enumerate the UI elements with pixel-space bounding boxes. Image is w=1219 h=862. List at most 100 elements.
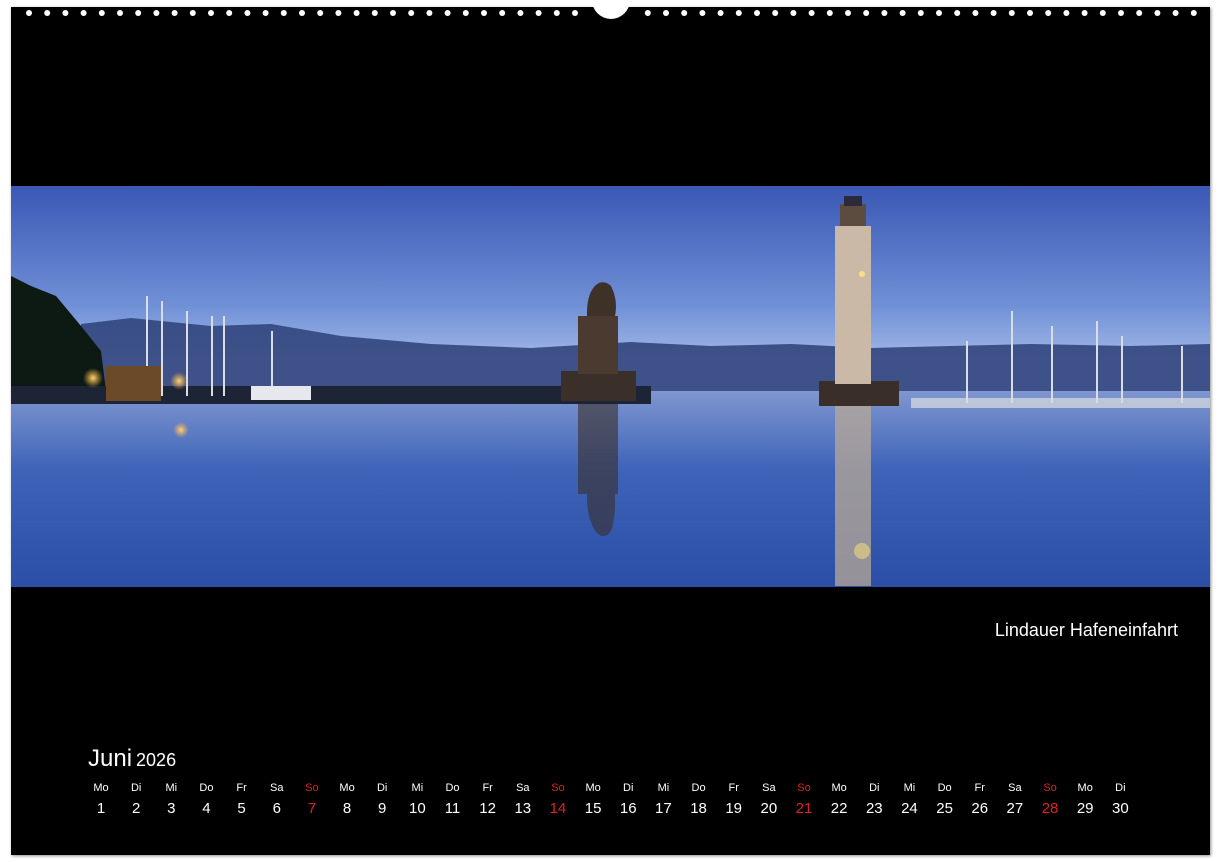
weekday-label: Fr (482, 782, 493, 794)
binding-hole (917, 10, 924, 16)
weekday-label: Mo (339, 782, 355, 794)
binding-hole (62, 10, 69, 16)
weekday-label: Fr (974, 782, 985, 794)
day-number: 30 (1112, 800, 1129, 817)
calendar-day: Do 18 (684, 780, 714, 817)
binding-hole (317, 10, 324, 16)
day-number: 8 (342, 800, 352, 817)
weekday-label: So (551, 782, 565, 794)
calendar-day: Sa 6 (262, 780, 292, 817)
calendar-day: So 28 (1035, 780, 1065, 817)
binding-hole (335, 10, 342, 16)
day-number: 27 (1006, 800, 1024, 817)
day-number: 24 (901, 800, 918, 817)
calendar-day: Di 23 (859, 780, 889, 817)
binding-hole (881, 10, 888, 16)
white-yacht (251, 386, 311, 400)
calendar-day: Do 4 (191, 780, 221, 817)
binding-hole (1154, 10, 1161, 16)
calendar-day: Mo 15 (578, 780, 608, 817)
calendar-day: Di 16 (613, 780, 643, 817)
binding-hole (772, 10, 779, 16)
binding-hole (244, 10, 251, 16)
calendar-day: So 14 (543, 780, 573, 817)
day-number: 18 (690, 800, 707, 817)
weekday-label: Mi (165, 782, 178, 794)
binding-hole (663, 10, 669, 16)
weekday-label: Di (376, 782, 388, 794)
binding-hole (80, 10, 87, 16)
day-number: 20 (760, 800, 778, 817)
calendar-day: So 21 (789, 780, 819, 817)
harbor-boat (106, 366, 161, 401)
day-number: 12 (479, 800, 496, 817)
calendar-day: Do 25 (930, 780, 960, 817)
binding-hole (790, 10, 797, 16)
calendar-day: Fr 19 (719, 780, 749, 817)
day-number: 15 (584, 800, 602, 817)
calendar-day: Sa 27 (1000, 780, 1030, 817)
month-heading: Juni 2026 (88, 745, 176, 773)
day-number: 25 (936, 800, 953, 817)
year: 2026 (136, 750, 177, 770)
binding-hole (26, 10, 32, 16)
binding-hole (426, 10, 433, 16)
day-number: 19 (725, 800, 743, 817)
photo-caption: Lindauer Hafeneinfahrt (994, 620, 1178, 640)
binding-hole (44, 10, 51, 16)
calendar-day: Mo 29 (1070, 780, 1100, 817)
weekday-label: Sa (516, 782, 530, 794)
day-number: 17 (655, 800, 672, 817)
binding-hole (1118, 10, 1124, 16)
binding-hole (135, 10, 142, 16)
binding-hole (699, 10, 706, 16)
weekday-label: Mi (657, 782, 670, 794)
calendar-day: Di 9 (367, 780, 397, 817)
binding-hole (208, 10, 214, 16)
binding-hole (754, 10, 760, 16)
day-number: 22 (830, 800, 848, 817)
day-number: 1 (96, 800, 106, 817)
spiral-binding-holes (26, 0, 1197, 19)
weekday-label: Do (445, 782, 460, 794)
weekday-label: Sa (270, 782, 284, 794)
binding-hole (1190, 10, 1197, 16)
binding-hole (408, 10, 415, 16)
binding-hole (499, 10, 506, 16)
day-number: 2 (131, 800, 141, 817)
day-number: 4 (202, 800, 211, 817)
binding-hole (462, 10, 469, 16)
binding-hole (153, 10, 160, 16)
binding-hole (353, 10, 360, 16)
day-number: 6 (272, 800, 281, 817)
binding-hole (535, 10, 542, 16)
binding-hole (1027, 10, 1033, 16)
weekday-label: Mi (903, 782, 916, 794)
calendar-day: Fr 5 (227, 780, 257, 817)
binding-hole (1063, 10, 1070, 16)
day-number: 29 (1076, 800, 1094, 817)
calendar-day: Fr 12 (473, 780, 503, 817)
calendar-day: Mi 24 (894, 780, 924, 817)
day-number: 26 (971, 800, 989, 817)
binding-hole (990, 10, 997, 16)
calendar-day: Mi 17 (648, 780, 678, 817)
binding-hole (481, 10, 487, 16)
binding-hole (954, 10, 961, 16)
weekday-label: Sa (762, 782, 776, 794)
binding-hole (171, 10, 178, 16)
binding-hole (644, 10, 651, 16)
binding-hole (1081, 10, 1088, 16)
binding-hole (681, 10, 688, 16)
weekday-label: Do (199, 782, 214, 794)
binding-hole (1099, 10, 1106, 16)
calendar-day: Mo 22 (824, 780, 854, 817)
weekday-label: Do (691, 782, 706, 794)
day-number: 11 (444, 800, 461, 817)
day-number: 7 (307, 800, 317, 817)
binding-hole (1045, 10, 1052, 16)
binding-hole (572, 10, 578, 16)
weekday-label: Mo (831, 782, 847, 794)
calendar-day: Mo 1 (86, 780, 116, 817)
weekday-label: So (1043, 782, 1057, 794)
